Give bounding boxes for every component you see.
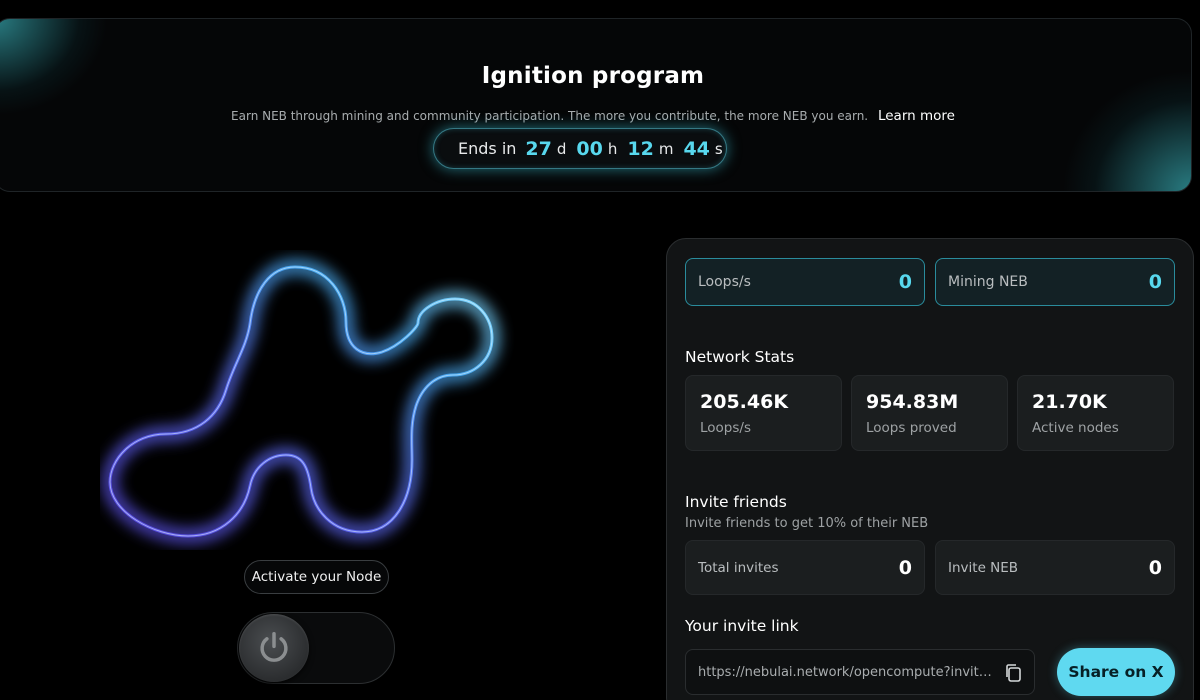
invite-link-title: Your invite link xyxy=(685,617,799,635)
power-toggle-knob[interactable] xyxy=(239,614,309,682)
countdown-minutes-unit: m xyxy=(658,139,674,158)
total-invites-label: Total invites xyxy=(698,559,779,576)
share-on-x-button[interactable]: Share on X xyxy=(1057,648,1175,696)
countdown-label: Ends in xyxy=(458,139,517,158)
copy-icon[interactable] xyxy=(1004,663,1022,683)
invite-link-value: https://nebulai.network/opencompute?invi… xyxy=(698,664,996,680)
network-stat-label: Loops/s xyxy=(700,420,751,436)
network-stat-label: Loops proved xyxy=(866,420,957,436)
network-logo-graphic xyxy=(101,258,501,545)
countdown-timer: Ends in 27 d 00 h 12 m 44 s xyxy=(433,128,727,169)
countdown-seconds: 44 xyxy=(683,137,710,160)
network-stat-card: 205.46K Loops/s xyxy=(685,375,842,451)
ignition-banner: Ignition program Earn NEB through mining… xyxy=(0,18,1192,192)
network-stat-value: 205.46K xyxy=(700,391,789,413)
power-icon xyxy=(260,632,288,662)
invite-friends-title: Invite friends xyxy=(685,493,787,511)
total-invites-box: Total invites 0 xyxy=(685,540,925,595)
network-stat-value: 954.83M xyxy=(866,391,959,413)
countdown-hours-unit: h xyxy=(607,139,618,158)
loops-per-sec-box: Loops/s 0 xyxy=(685,258,925,306)
stats-panel: Loops/s 0 Mining NEB 0 Network Stats 205… xyxy=(666,238,1194,700)
invite-neb-label: Invite NEB xyxy=(948,559,1019,576)
network-stats-title: Network Stats xyxy=(685,348,795,366)
invite-friends-subtitle: Invite friends to get 10% of their NEB xyxy=(685,516,929,531)
invite-link-field[interactable]: https://nebulai.network/opencompute?invi… xyxy=(685,649,1035,695)
mining-neb-value: 0 xyxy=(1148,271,1162,293)
countdown-hours: 00 xyxy=(576,137,603,160)
mining-neb-box: Mining NEB 0 xyxy=(935,258,1175,306)
network-stat-card: 21.70K Active nodes xyxy=(1017,375,1174,451)
network-stat-value: 21.70K xyxy=(1032,391,1107,413)
node-power-toggle[interactable] xyxy=(237,612,395,684)
invite-neb-value: 0 xyxy=(1148,556,1162,579)
activate-node-label: Activate your Node xyxy=(244,560,389,594)
countdown-minutes: 12 xyxy=(627,137,654,160)
loops-per-sec-label: Loops/s xyxy=(698,274,751,290)
banner-description: Earn NEB through mining and community pa… xyxy=(0,108,1191,124)
mining-neb-label: Mining NEB xyxy=(948,274,1028,290)
network-stat-label: Active nodes xyxy=(1032,420,1119,436)
banner-title: Ignition program xyxy=(481,63,705,89)
countdown-seconds-unit: s xyxy=(714,139,723,158)
banner-description-text: Earn NEB through mining and community pa… xyxy=(231,109,869,123)
countdown-days-unit: d xyxy=(556,139,567,158)
learn-more-link[interactable]: Learn more xyxy=(878,108,955,124)
countdown-days: 27 xyxy=(525,137,552,160)
invite-neb-box: Invite NEB 0 xyxy=(935,540,1175,595)
loops-per-sec-value: 0 xyxy=(898,271,912,293)
network-stat-card: 954.83M Loops proved xyxy=(851,375,1008,451)
total-invites-value: 0 xyxy=(898,556,912,579)
